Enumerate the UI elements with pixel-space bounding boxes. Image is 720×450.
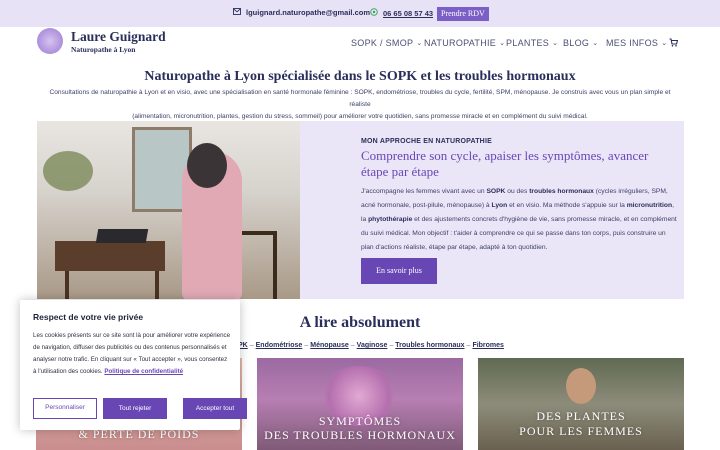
nav-item-label: PLANTES: [506, 38, 550, 48]
email-contact[interactable]: lguignard.naturopathe@gmail.com: [233, 8, 370, 17]
nav-item-blog[interactable]: BLOG ⌄: [563, 38, 598, 48]
tag-link-fibromes[interactable]: Fibromes: [472, 342, 504, 349]
reject-all-button[interactable]: Tout rejeter: [103, 398, 167, 419]
learn-more-button[interactable]: En savoir plus: [361, 258, 437, 284]
customize-cookies-button[interactable]: Personnaliser: [33, 398, 97, 419]
approach-kicker: MON APPROCHE EN NATUROPATHIE: [361, 138, 492, 145]
logo[interactable]: [37, 28, 63, 54]
accept-all-button[interactable]: Accepter tout: [183, 398, 247, 419]
mail-icon: [233, 8, 241, 17]
chevron-down-icon: ⌄: [552, 40, 559, 47]
phone-contact[interactable]: 06 65 08 57 43: [370, 8, 433, 18]
approach-paragraph: J'accompagne les femmes vivant avec un S…: [361, 188, 677, 251]
nav-item-label: SOPK / SMOP: [351, 38, 414, 48]
intro-line-1: Consultations de naturopathie à Lyon et …: [49, 89, 671, 108]
tag-separator: –: [389, 342, 394, 349]
brand-subtitle: Naturopathe à Lyon: [71, 45, 136, 54]
card-caption-line-2: POUR LES FEMMES: [519, 424, 643, 438]
tag-link-menopause[interactable]: Ménopause: [310, 342, 349, 349]
email-text[interactable]: lguignard.naturopathe@gmail.com: [246, 8, 370, 17]
card-caption-line-2: DES TROUBLES HORMONAUX: [264, 428, 456, 442]
tag-link-troubles-hormonaux[interactable]: Troubles hormonaux: [395, 342, 464, 349]
nav-item-sopk[interactable]: SOPK / SMOP ⌄: [351, 38, 423, 48]
brand-name[interactable]: Laure Guignard: [71, 29, 166, 45]
nav-item-label: MES INFOS: [606, 38, 659, 48]
whatsapp-icon: [370, 8, 378, 18]
nav-item-label: BLOG: [563, 38, 590, 48]
nav-item-plantes[interactable]: PLANTES ⌄: [506, 38, 558, 48]
tag-link-endometriose[interactable]: Endométriose: [256, 342, 303, 349]
cookie-body: Les cookies présents sur ce site sont là…: [33, 332, 231, 375]
contact-bar: lguignard.naturopathe@gmail.com 06 65 08…: [0, 0, 720, 27]
tag-separator: –: [350, 342, 355, 349]
book-appointment-button[interactable]: Prendre RDV: [437, 7, 489, 21]
tag-separator: –: [304, 342, 309, 349]
tag-separator: –: [249, 342, 254, 349]
naturopath-photo: [37, 121, 300, 299]
intro-text: Consultations de naturopathie à Lyon et …: [38, 87, 682, 123]
tag-separator: –: [466, 342, 471, 349]
chevron-down-icon: ⌄: [499, 40, 506, 47]
cookie-consent-banner: Respect de votre vie privée Les cookies …: [20, 300, 247, 430]
topic-tags: PK – Endométriose – Ménopause – Vaginose – Troub…: [238, 342, 504, 349]
approach-title: Comprendre son cycle, apaiser les symptô…: [361, 148, 649, 179]
nav-item-naturopathie[interactable]: NATUROPATHIE ⌄: [424, 38, 505, 48]
card-caption-line-1: SYMPTÔMES: [318, 414, 402, 428]
phone-number[interactable]: 06 65 08 57 43: [383, 9, 433, 18]
cookie-title: Respect de votre vie privée: [33, 312, 144, 322]
chevron-down-icon: ⌄: [661, 40, 668, 47]
article-card-troubles-hormonaux[interactable]: SYMPTÔMES DES TROUBLES HORMONAUX: [257, 358, 463, 450]
chevron-down-icon: ⌄: [592, 40, 599, 47]
card-caption-line-1: DES PLANTES: [536, 409, 626, 423]
privacy-policy-link[interactable]: Politique de confidentialité: [104, 368, 183, 375]
tag-link-vaginose[interactable]: Vaginose: [357, 342, 388, 349]
nav-item-mes-infos[interactable]: MES INFOS ⌄: [606, 38, 667, 48]
page-title: Naturopathe à Lyon spécialisée dans le S…: [144, 69, 576, 84]
article-card-plantes-femmes[interactable]: DES PLANTES POUR LES FEMMES: [478, 358, 684, 450]
cart-icon[interactable]: [669, 38, 679, 49]
nav-item-label: NATUROPATHIE: [424, 38, 497, 48]
chevron-down-icon: ⌄: [416, 40, 423, 47]
